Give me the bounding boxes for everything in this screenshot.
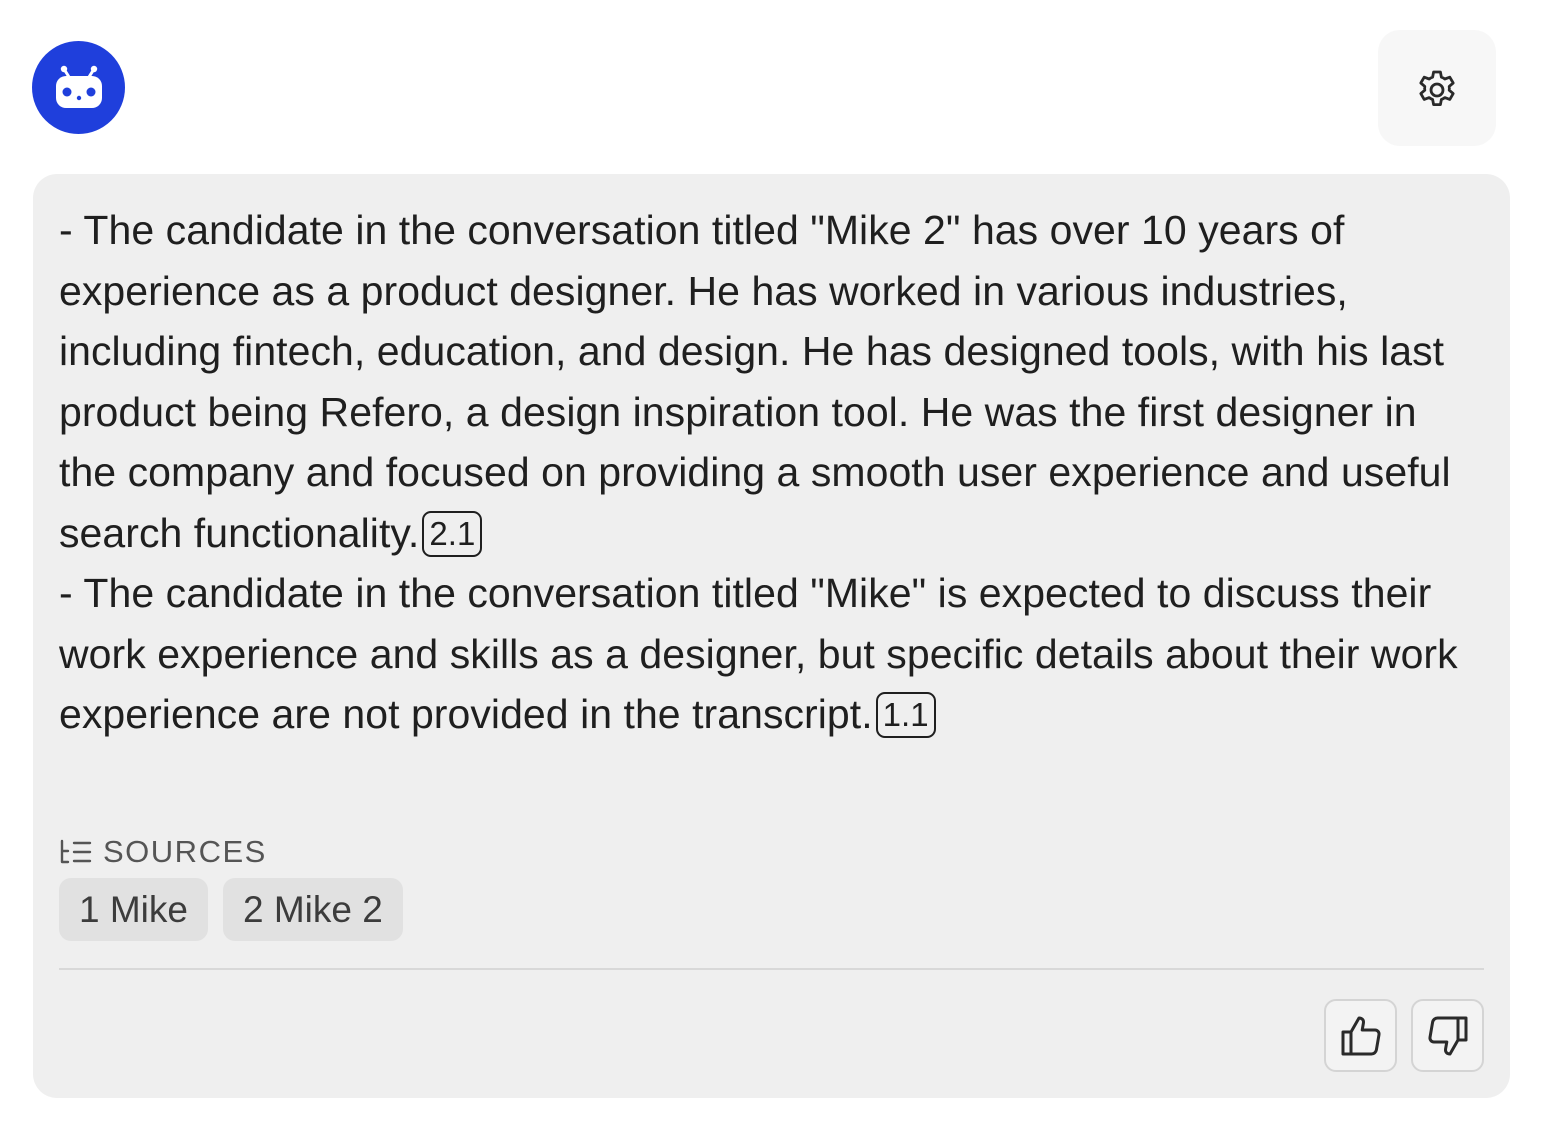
answer-card: - The candidate in the conversation titl… <box>33 174 1510 1098</box>
sources-list: 1 Mike 2 Mike 2 <box>59 878 403 941</box>
thumbs-down-button[interactable] <box>1411 999 1484 1072</box>
robot-bot-icon <box>55 65 102 108</box>
message-paragraph: - The candidate in the conversation titl… <box>59 563 1479 745</box>
assistant-message: - The candidate in the conversation titl… <box>59 200 1479 745</box>
paragraph-text: - The candidate in the conversation titl… <box>59 207 1451 556</box>
sources-label: SOURCES <box>103 834 267 869</box>
message-paragraph: - The candidate in the conversation titl… <box>59 200 1479 563</box>
citation-badge[interactable]: 2.1 <box>422 510 483 557</box>
feedback-actions <box>1324 999 1484 1072</box>
settings-button[interactable] <box>1378 30 1496 146</box>
source-chip[interactable]: 2 Mike 2 <box>222 878 403 941</box>
assistant-avatar <box>32 41 125 134</box>
list-icon <box>60 839 92 864</box>
gear-icon <box>1419 70 1455 106</box>
citation-badge[interactable]: 1.1 <box>875 692 936 738</box>
thumbs-up-button[interactable] <box>1324 999 1397 1072</box>
thumbs-down-icon <box>1427 1016 1467 1055</box>
thumbs-up-icon <box>1341 1016 1381 1055</box>
sources-heading: SOURCES <box>59 834 267 870</box>
paragraph-text: - The candidate in the conversation titl… <box>59 570 1458 737</box>
source-chip[interactable]: 1 Mike <box>59 878 208 941</box>
divider <box>59 968 1484 970</box>
